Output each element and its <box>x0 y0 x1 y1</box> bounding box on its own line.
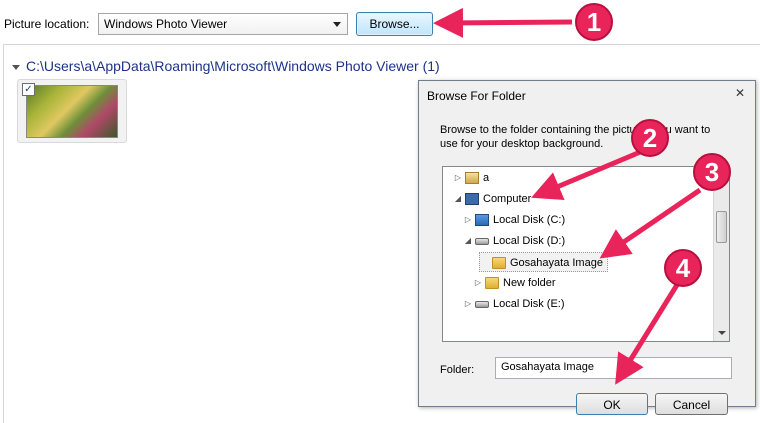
tree-scrollbar[interactable] <box>713 167 729 341</box>
tree-item-label: Gosahayata Image <box>510 257 603 269</box>
folder-label: Folder: <box>440 364 475 376</box>
collapse-icon[interactable]: ◢ <box>463 231 473 251</box>
tree-item-label: New folder <box>503 277 556 289</box>
tree-item-local-disk-d[interactable]: ◢ Local Disk (D:) <box>463 231 565 251</box>
expand-icon[interactable]: ▷ <box>463 210 473 230</box>
drive-icon <box>475 237 489 245</box>
folder-icon <box>492 257 506 270</box>
folder-icon <box>485 277 499 290</box>
tree-item-local-disk-c[interactable]: ▷ Local Disk (C:) <box>463 210 565 230</box>
browse-button[interactable]: Browse... <box>356 12 433 36</box>
tree-item-a[interactable]: ▷ a <box>453 168 489 188</box>
ok-button[interactable]: OK <box>576 393 648 415</box>
drive-c-icon <box>475 214 489 227</box>
tree-item-new-folder[interactable]: ▷ New folder <box>473 273 556 293</box>
tree-item-label: a <box>483 172 490 184</box>
group-header[interactable]: C:\Users\a\AppData\Roaming\Microsoft\Win… <box>12 58 440 74</box>
dialog-title: Browse For Folder <box>427 89 526 103</box>
user-folder-icon <box>465 172 479 185</box>
scroll-up-icon[interactable] <box>718 173 726 177</box>
expand-icon[interactable]: ▷ <box>473 273 483 293</box>
tree-item-label: Computer <box>483 193 532 205</box>
browse-for-folder-dialog: Browse For Folder ✕ Browse to the folder… <box>418 80 756 415</box>
group-path: C:\Users\a\AppData\Roaming\Microsoft\Win… <box>26 58 440 74</box>
expand-icon[interactable]: ▷ <box>463 294 473 314</box>
computer-icon <box>465 193 479 206</box>
picture-thumbnail[interactable]: ✓ <box>17 79 127 143</box>
picture-location-value: Windows Photo Viewer <box>104 17 228 31</box>
dialog-body: Browse to the folder containing the pict… <box>420 109 754 415</box>
tree-item-local-disk-e[interactable]: ▷ Local Disk (E:) <box>463 294 565 314</box>
expand-icon[interactable]: ▷ <box>453 168 463 188</box>
collapse-icon[interactable]: ◢ <box>453 189 463 209</box>
picture-location-label: Picture location: <box>4 17 90 31</box>
picture-image <box>26 85 118 138</box>
scroll-down-icon[interactable] <box>718 331 726 335</box>
close-icon[interactable]: ✕ <box>733 87 747 101</box>
collapse-triangle-icon[interactable] <box>12 64 20 70</box>
cancel-button[interactable]: Cancel <box>655 393 728 415</box>
tree-item-label: Local Disk (C:) <box>493 214 566 226</box>
folder-field[interactable]: Gosahayata Image <box>495 357 732 379</box>
drive-icon <box>475 300 489 308</box>
thumbnail-checkbox[interactable]: ✓ <box>22 83 35 96</box>
tree-item-label: Local Disk (D:) <box>493 235 566 247</box>
toolbar: Picture location: Windows Photo Viewer B… <box>0 0 760 44</box>
chevron-down-icon <box>333 22 341 27</box>
dialog-description: Browse to the folder containing the pict… <box>440 124 711 150</box>
folder-tree[interactable]: ▷ a ◢ Computer ▷ Local Disk (C:) ◢ Local Dis… <box>442 166 730 342</box>
picture-location-select[interactable]: Windows Photo Viewer <box>98 13 348 35</box>
scrollbar-thumb[interactable] <box>716 211 727 243</box>
tree-item-gosahayata-image[interactable]: Gosahayata Image <box>479 252 608 272</box>
tree-item-label: Local Disk (E:) <box>493 298 565 310</box>
tree-item-computer[interactable]: ◢ Computer <box>453 189 531 209</box>
